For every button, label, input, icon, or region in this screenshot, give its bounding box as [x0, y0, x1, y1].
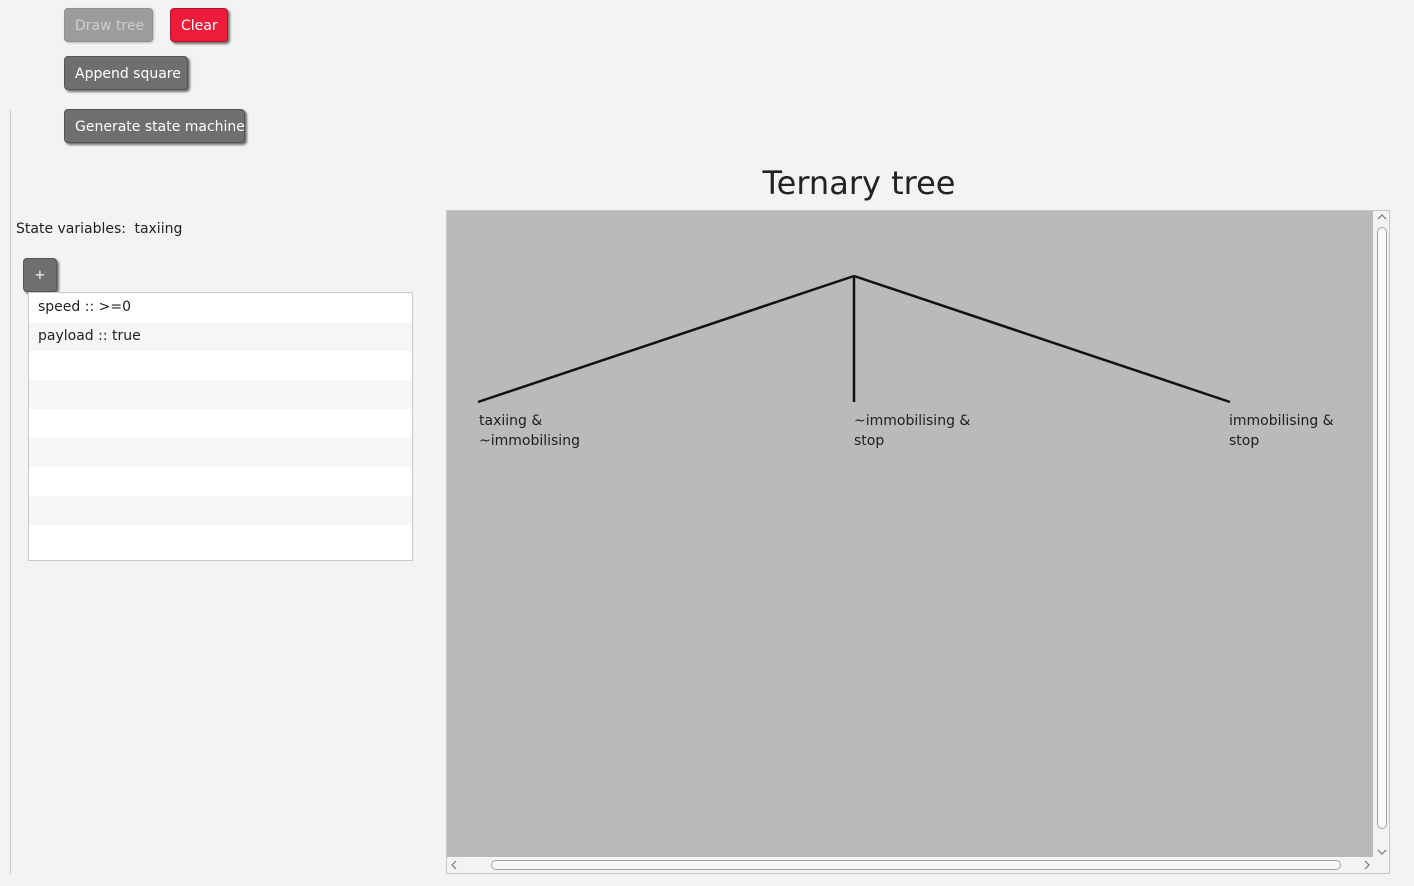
- list-item[interactable]: speed :: >=0: [29, 293, 412, 322]
- state-variables-value: taxiing: [134, 221, 183, 237]
- node-line: stop: [854, 433, 885, 449]
- list-item[interactable]: [29, 380, 412, 409]
- list-item[interactable]: [29, 496, 412, 525]
- vertical-scrollbar[interactable]: [1373, 211, 1389, 857]
- list-item[interactable]: [29, 351, 412, 380]
- append-square-button[interactable]: Append square: [64, 56, 188, 90]
- left-panel-edge: [0, 110, 11, 874]
- vertical-scroll-thumb[interactable]: [1377, 227, 1387, 829]
- list-item[interactable]: [29, 438, 412, 467]
- add-variable-button[interactable]: +: [23, 258, 57, 292]
- tree-drawing: [477, 274, 1231, 404]
- node-line: ~immobilising &: [854, 413, 971, 429]
- tree-edge-left: [477, 274, 855, 404]
- list-item[interactable]: [29, 409, 412, 438]
- tree-canvas: taxiing & ~immobilising ~immobilising & …: [447, 211, 1373, 857]
- tree-node-right: immobilising & stop: [1229, 411, 1334, 451]
- variables-list[interactable]: speed :: >=0 payload :: true: [28, 292, 413, 561]
- tree-node-middle: ~immobilising & stop: [854, 411, 970, 451]
- draw-tree-button[interactable]: Draw tree: [64, 8, 153, 42]
- generate-state-machine-button[interactable]: Generate state machine: [64, 109, 245, 143]
- scroll-left-icon[interactable]: [450, 860, 458, 873]
- clear-button[interactable]: Clear: [170, 8, 228, 42]
- list-item[interactable]: [29, 525, 412, 554]
- tree-edge-right: [853, 274, 1231, 404]
- tree-node-left: taxiing & ~immobilising: [479, 411, 580, 451]
- node-line: stop: [1229, 433, 1260, 449]
- state-variables-caption: State variables:: [16, 221, 126, 237]
- list-item[interactable]: payload :: true: [29, 322, 412, 351]
- node-line: immobilising &: [1229, 413, 1334, 429]
- state-variables-label: State variables: taxiing: [16, 221, 182, 237]
- scroll-up-icon[interactable]: [1377, 212, 1387, 224]
- horizontal-scroll-thumb[interactable]: [491, 860, 1341, 870]
- tree-title: Ternary tree: [762, 164, 956, 202]
- node-line: ~immobilising: [479, 433, 580, 449]
- tree-scroll-pane[interactable]: taxiing & ~immobilising ~immobilising & …: [446, 210, 1390, 874]
- scroll-down-icon[interactable]: [1377, 847, 1387, 859]
- horizontal-scrollbar[interactable]: [447, 857, 1373, 873]
- node-line: taxiing &: [479, 413, 543, 429]
- list-item[interactable]: [29, 467, 412, 496]
- scroll-right-icon[interactable]: [1363, 860, 1371, 873]
